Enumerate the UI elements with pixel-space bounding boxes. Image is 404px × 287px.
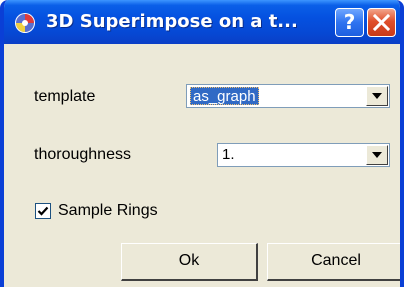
cancel-button[interactable]: Cancel (267, 243, 400, 281)
thoroughness-dropdown-button[interactable] (366, 145, 388, 165)
window-title: 3D Superimpose on a t... (46, 11, 298, 32)
template-select[interactable]: as_graph (186, 84, 390, 108)
title-bar[interactable]: 3D Superimpose on a t... ? (4, 0, 400, 44)
sample-rings-checkbox[interactable] (35, 203, 51, 219)
template-dropdown-button[interactable] (366, 86, 388, 106)
thoroughness-select[interactable]: 1. (217, 143, 390, 167)
help-button[interactable]: ? (335, 8, 364, 37)
template-select-value: as_graph (190, 87, 259, 105)
checkmark-icon (37, 206, 49, 216)
help-icon: ? (343, 10, 356, 34)
close-button[interactable] (367, 8, 396, 37)
thoroughness-select-value: 1. (222, 146, 235, 163)
ok-button[interactable]: Ok (121, 243, 258, 281)
chevron-down-icon (372, 152, 382, 158)
dialog-window: 3D Superimpose on a t... ? template as_g… (0, 0, 404, 287)
thoroughness-label: thoroughness (34, 146, 131, 163)
chevron-down-icon (372, 93, 382, 99)
app-swirl-icon (14, 12, 36, 34)
sample-rings-label[interactable]: Sample Rings (58, 202, 158, 220)
template-label: template (34, 88, 96, 105)
